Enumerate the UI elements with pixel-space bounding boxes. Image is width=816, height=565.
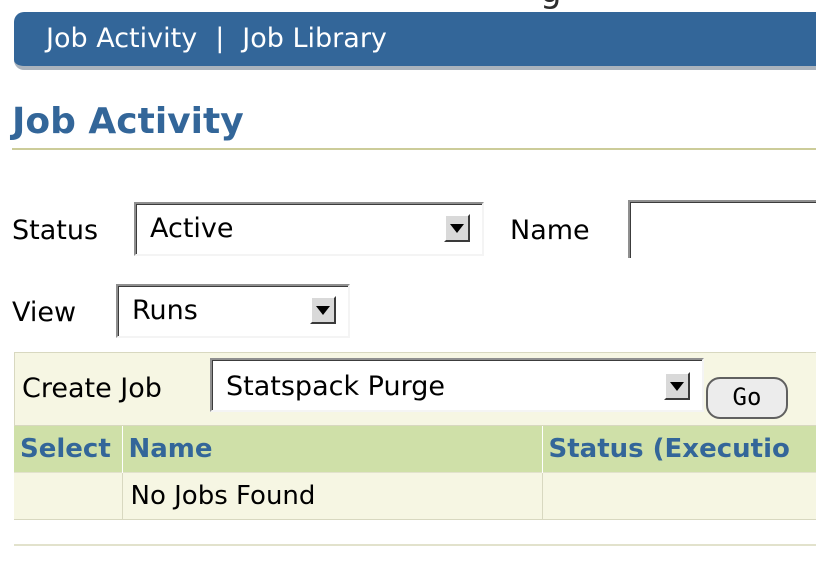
bottom-divider — [14, 544, 816, 546]
chevron-down-icon[interactable] — [310, 296, 336, 324]
cropped-header-glyph: g — [540, 0, 640, 8]
view-select[interactable]: Runs — [116, 284, 350, 338]
column-header-status[interactable]: Status (Executio — [542, 426, 816, 473]
jobs-table: Select Name Status (Executio No Jobs Fou… — [14, 426, 816, 520]
empty-message: No Jobs Found — [122, 472, 543, 520]
status-cell — [542, 472, 816, 520]
title-divider — [12, 148, 816, 150]
create-job-select[interactable]: Statspack Purge — [210, 358, 704, 412]
view-label: View — [12, 297, 77, 328]
column-header-select: Select — [14, 426, 123, 473]
tab-job-activity[interactable]: Job Activity — [46, 25, 197, 53]
tab-job-library[interactable]: Job Library — [242, 25, 387, 53]
status-label: Status — [12, 215, 99, 246]
create-job-select-value: Statspack Purge — [226, 371, 445, 402]
select-cell — [14, 472, 123, 520]
column-header-name[interactable]: Name — [122, 426, 543, 473]
chevron-down-icon[interactable] — [444, 214, 470, 242]
name-input[interactable] — [628, 200, 816, 258]
status-select[interactable]: Active — [134, 202, 484, 256]
table-header-row: Select Name Status (Executio — [14, 426, 816, 473]
tab-bar: Job Activity | Job Library — [14, 12, 816, 70]
go-button[interactable]: Go — [706, 377, 788, 419]
table-row: No Jobs Found — [14, 472, 816, 520]
name-label: Name — [510, 215, 590, 246]
view-select-value: Runs — [132, 295, 198, 326]
tab-separator: | — [215, 23, 225, 54]
create-job-label: Create Job — [22, 373, 162, 404]
status-select-value: Active — [150, 213, 234, 244]
page-title: Job Activity — [12, 101, 244, 142]
chevron-down-icon[interactable] — [664, 372, 690, 400]
